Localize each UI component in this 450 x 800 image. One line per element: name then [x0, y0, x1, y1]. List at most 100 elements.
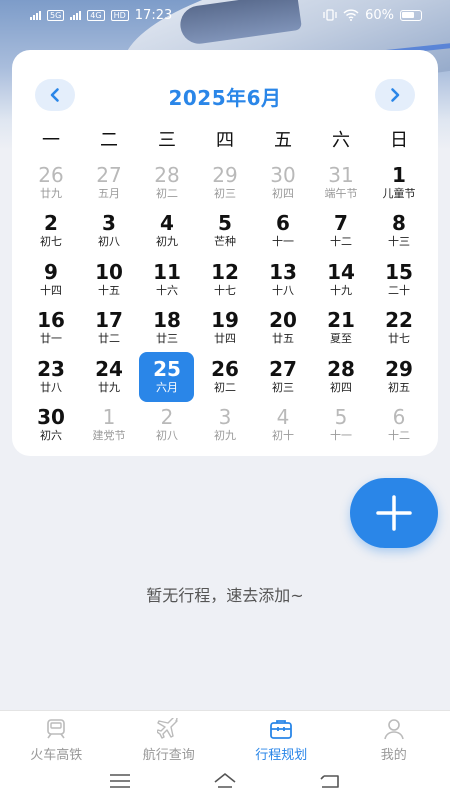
tab-flight[interactable]: 航行查询 — [113, 711, 226, 763]
calendar-day[interactable]: 17 廿二 — [80, 304, 138, 353]
calendar-day[interactable]: 4 初九 — [138, 207, 196, 256]
calendar-day[interactable]: 10 十五 — [80, 255, 138, 304]
calendar-day[interactable]: 2 初八 — [138, 401, 196, 450]
calendar-day[interactable]: 28 初二 — [138, 158, 196, 207]
hd-badge: HD — [110, 9, 129, 21]
calendar-card: 2025年6月 一 二 三 四 五 六 日 26 廿九 27 五月 28 初二 29 初三 30… — [12, 50, 438, 456]
calendar-day[interactable]: 31 端午节 — [312, 158, 370, 207]
day-lunar-label: 初六 — [40, 429, 62, 443]
day-number: 28 — [327, 356, 355, 381]
day-lunar-label: 初五 — [388, 380, 410, 394]
calendar-day[interactable]: 28 初四 — [312, 352, 370, 401]
calendar-day[interactable]: 29 初五 — [370, 352, 428, 401]
calendar-day[interactable]: 15 二十 — [370, 255, 428, 304]
calendar-day[interactable]: 6 十一 — [254, 207, 312, 256]
calendar-day[interactable]: 27 初三 — [254, 352, 312, 401]
calendar-day[interactable]: 5 十一 — [312, 401, 370, 450]
day-number: 4 — [276, 405, 290, 430]
tab-train[interactable]: 火车高铁 — [0, 711, 113, 763]
day-number: 8 — [392, 211, 406, 236]
calendar-day[interactable]: 7 十二 — [312, 207, 370, 256]
back-icon[interactable] — [318, 772, 342, 790]
calendar-day[interactable]: 16 廿一 — [22, 304, 80, 353]
day-number: 17 — [95, 308, 123, 333]
day-lunar-label: 初三 — [214, 186, 236, 200]
calendar-day[interactable]: 24 廿九 — [80, 352, 138, 401]
calendar-day[interactable]: 27 五月 — [80, 158, 138, 207]
day-number: 31 — [328, 162, 354, 187]
tab-profile[interactable]: 我的 — [338, 711, 450, 763]
next-month-button[interactable] — [375, 79, 415, 111]
weekday-sat: 六 — [332, 130, 350, 151]
day-lunar-label: 十四 — [40, 283, 62, 297]
day-number: 12 — [211, 259, 239, 284]
day-number: 29 — [212, 162, 238, 187]
calendar-days-grid: 26 廿九 27 五月 28 初二 29 初三 30 初四 31 端午节 1 儿童节 2 初七 3 初八 4 初九 5 芒… — [22, 158, 428, 449]
day-lunar-label: 十一 — [330, 429, 352, 443]
calendar-day[interactable]: 18 廿三 — [138, 304, 196, 353]
calendar-header: 2025年6月 — [12, 78, 438, 114]
plus-icon — [376, 495, 412, 531]
day-lunar-label: 十二 — [330, 235, 352, 249]
day-number: 6 — [276, 211, 290, 236]
day-number: 24 — [95, 356, 123, 381]
day-lunar-label: 廿七 — [388, 332, 410, 346]
calendar-day[interactable]: 30 初四 — [254, 158, 312, 207]
add-trip-button[interactable] — [350, 478, 438, 548]
day-lunar-label: 初四 — [272, 186, 294, 200]
calendar-day[interactable]: 2 初七 — [22, 207, 80, 256]
calendar-day[interactable]: 9 十四 — [22, 255, 80, 304]
calendar-day[interactable]: 12 十七 — [196, 255, 254, 304]
calendar-day[interactable]: 22 廿七 — [370, 304, 428, 353]
day-lunar-label: 二十 — [388, 283, 410, 297]
day-lunar-label: 十六 — [156, 283, 178, 297]
train-icon — [47, 719, 66, 739]
calendar-day[interactable]: 13 十八 — [254, 255, 312, 304]
tab-trip-plan[interactable]: 行程规划 — [225, 711, 338, 763]
calendar-day[interactable]: 14 十九 — [312, 255, 370, 304]
menu-icon[interactable] — [108, 772, 132, 790]
weekday-wed: 三 — [158, 130, 176, 151]
day-number: 19 — [211, 308, 239, 333]
calendar-day[interactable]: 1 儿童节 — [370, 158, 428, 207]
day-lunar-label: 端午节 — [324, 186, 358, 200]
calendar-day[interactable]: 30 初六 — [22, 401, 80, 450]
day-number: 22 — [385, 308, 413, 333]
calendar-day[interactable]: 20 廿五 — [254, 304, 312, 353]
day-number: 9 — [44, 259, 58, 284]
calendar-day[interactable]: 11 十六 — [138, 255, 196, 304]
weekday-fri: 五 — [274, 130, 292, 151]
chevron-right-icon — [391, 88, 400, 102]
day-number: 29 — [385, 356, 413, 381]
calendar-day-selected[interactable]: 25 六月 — [138, 352, 196, 402]
calendar-day[interactable]: 3 初八 — [80, 207, 138, 256]
calendar-day[interactable]: 29 初三 — [196, 158, 254, 207]
calendar-day[interactable]: 8 十三 — [370, 207, 428, 256]
calendar-day[interactable]: 21 夏至 — [312, 304, 370, 353]
calendar-day[interactable]: 5 芒种 — [196, 207, 254, 256]
day-lunar-label: 廿一 — [40, 332, 62, 346]
home-icon[interactable] — [209, 772, 241, 790]
day-number: 18 — [153, 308, 181, 333]
day-lunar-label: 初二 — [214, 380, 236, 394]
calendar-day[interactable]: 4 初十 — [254, 401, 312, 450]
tab-trip-plan-label: 行程规划 — [255, 748, 308, 763]
calendar-day[interactable]: 3 初九 — [196, 401, 254, 450]
day-lunar-label: 十五 — [98, 283, 120, 297]
day-number: 5 — [334, 405, 348, 430]
day-number: 28 — [154, 162, 180, 187]
calendar-day[interactable]: 19 廿四 — [196, 304, 254, 353]
day-lunar-label: 廿九 — [40, 186, 62, 200]
prev-month-button[interactable] — [35, 79, 75, 111]
day-number: 21 — [327, 308, 355, 333]
day-number: 13 — [269, 259, 297, 284]
day-lunar-label: 十八 — [272, 283, 294, 297]
network-4g-label: 4G — [87, 9, 105, 21]
calendar-day[interactable]: 26 廿九 — [22, 158, 80, 207]
calendar-day[interactable]: 23 廿八 — [22, 352, 80, 401]
weekday-tue: 二 — [100, 130, 118, 151]
day-lunar-label: 初十 — [272, 429, 294, 443]
calendar-day[interactable]: 6 十二 — [370, 401, 428, 450]
calendar-day[interactable]: 1 建党节 — [80, 401, 138, 450]
calendar-day[interactable]: 26 初二 — [196, 352, 254, 401]
